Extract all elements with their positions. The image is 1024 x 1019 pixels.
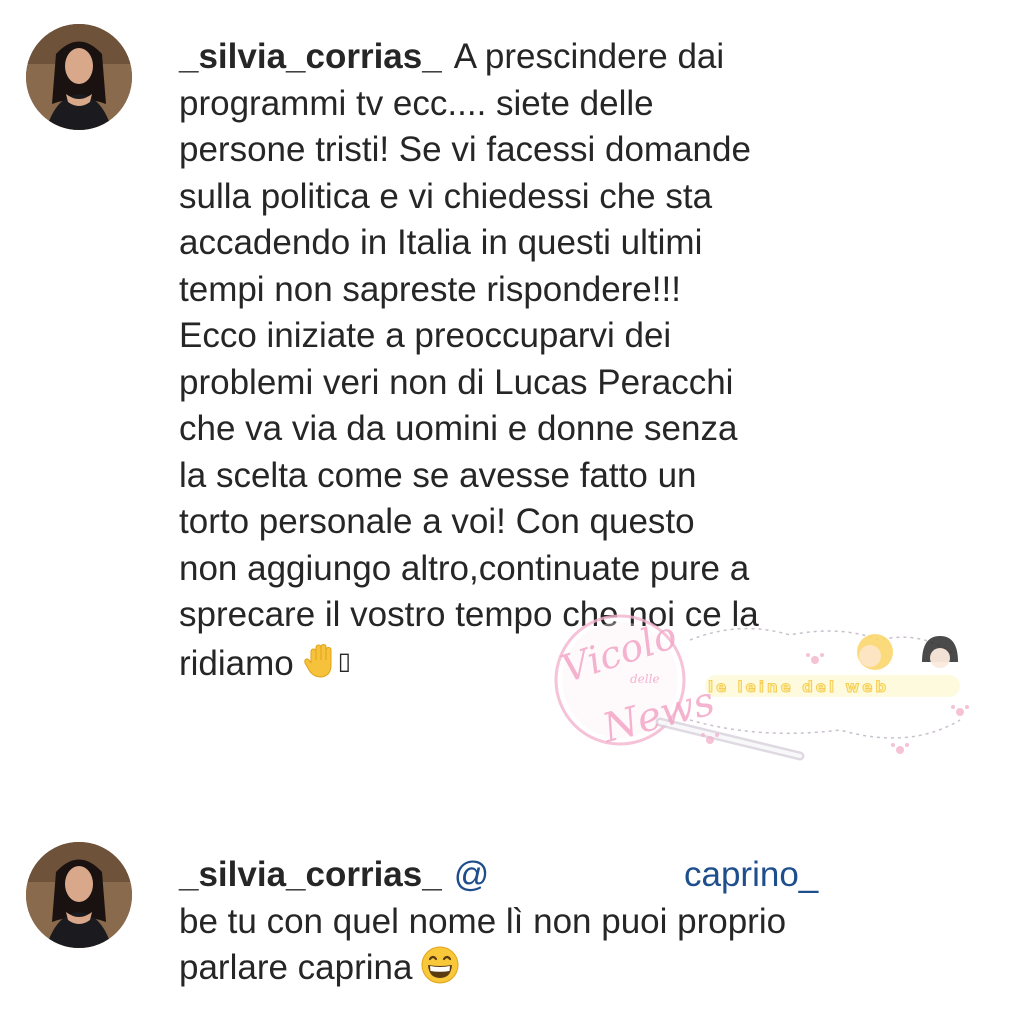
comment-line: Ecco iniziate a preoccuparvi dei bbox=[179, 316, 672, 355]
comment-line: accadendo in Italia in questi ultimi bbox=[179, 223, 703, 262]
comment-last-line: parlare caprina bbox=[179, 945, 979, 998]
grinning-face-icon bbox=[420, 945, 460, 998]
comment-line: sprecare il vostro tempo che noi ce la bbox=[179, 595, 759, 634]
profile-photo-icon bbox=[26, 842, 132, 948]
comment-line: sulla politica e vi chiedessi che sta bbox=[179, 176, 713, 216]
comment-text: _silvia_corrias_ @ caprino_ be tu con quel… bbox=[179, 852, 979, 998]
comment-line: persone tristi! Se vi facessi domande bbox=[179, 130, 751, 169]
comment-first-line: _silvia_corrias_ @ caprino_ bbox=[179, 852, 979, 899]
comment-last-line: ridiamo ▯ bbox=[179, 639, 979, 692]
comment-line: programmi tv ecc.... siete delle bbox=[179, 83, 654, 123]
comment-line: A prescindere dai bbox=[453, 37, 725, 76]
comment-line: la scelta come se avesse fatto un bbox=[179, 455, 697, 495]
comment-line: ridiamo bbox=[179, 643, 294, 683]
comment-line: parlare caprina bbox=[179, 948, 413, 987]
raised-hand-icon bbox=[302, 643, 338, 692]
profile-photo-icon bbox=[26, 24, 132, 130]
unrendered-glyph: ▯ bbox=[337, 647, 351, 675]
mention-at-link[interactable]: @ bbox=[454, 855, 490, 894]
comment-line: non aggiungo altro,continuate pure a bbox=[179, 548, 750, 588]
username-link[interactable]: _silvia_corrias_ bbox=[179, 37, 442, 76]
comment-line: torto personale a voi! Con questo bbox=[179, 502, 695, 541]
user-avatar[interactable] bbox=[26, 24, 132, 130]
comment-line: be tu con quel nome lì non puoi proprio bbox=[179, 901, 787, 941]
comment-first-line: _silvia_corrias_ A prescindere dai bbox=[179, 34, 979, 81]
comment-line: tempi non sapreste rispondere!!! bbox=[179, 269, 681, 309]
comment-text: _silvia_corrias_ A prescindere dai progra… bbox=[179, 34, 979, 691]
user-avatar[interactable] bbox=[26, 842, 132, 948]
comment-line: che va via da uomini e donne senza bbox=[179, 409, 738, 448]
mention-link[interactable]: caprino_ bbox=[684, 852, 818, 899]
comment-line: problemi veri non di Lucas Peracchi bbox=[179, 362, 734, 402]
username-link[interactable]: _silvia_corrias_ bbox=[179, 855, 442, 894]
